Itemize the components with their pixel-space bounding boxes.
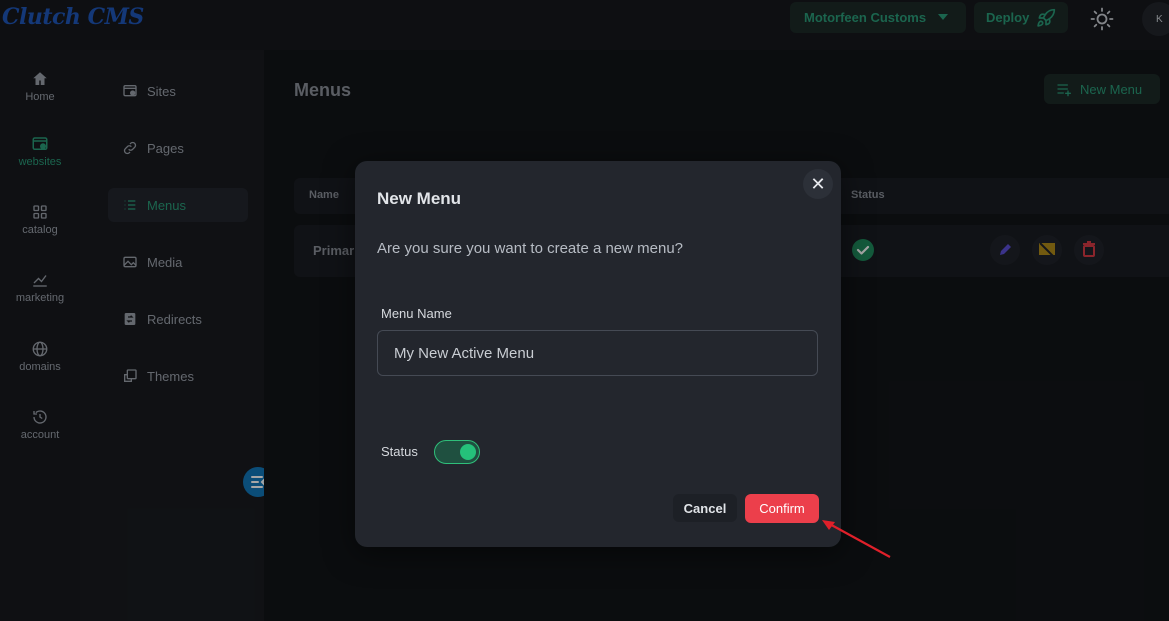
status-label: Status (381, 444, 418, 459)
annotation-arrow (822, 520, 891, 558)
new-menu-dialog: ✕ New Menu Are you sure you want to crea… (355, 161, 841, 547)
toggle-knob (460, 444, 476, 460)
dialog-title: New Menu (377, 189, 462, 208)
close-icon: ✕ (810, 173, 826, 194)
close-button[interactable]: ✕ (803, 169, 833, 199)
cancel-button[interactable]: Cancel (673, 494, 737, 522)
confirm-button[interactable]: Confirm (745, 494, 819, 523)
dialog-message: Are you sure you want to create a new me… (377, 240, 684, 257)
menu-name-input[interactable] (377, 330, 818, 376)
menu-name-label: Menu Name (381, 306, 452, 321)
status-toggle[interactable] (434, 440, 480, 464)
